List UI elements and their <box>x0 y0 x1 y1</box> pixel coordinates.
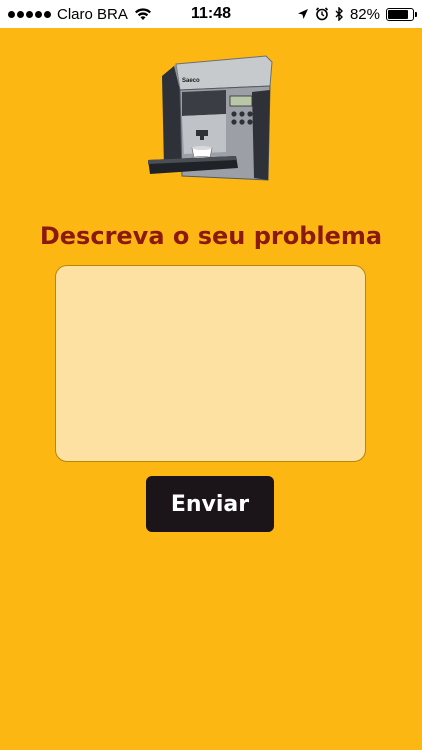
send-button[interactable]: Enviar <box>146 476 274 532</box>
status-bar: Claro BRA 11:48 82% <box>0 0 422 28</box>
location-icon <box>297 9 308 19</box>
brand-label: Saeco <box>182 78 200 84</box>
battery-icon <box>386 7 417 21</box>
bluetooth-icon <box>335 7 343 21</box>
status-right: 82% <box>297 0 417 28</box>
battery-fill <box>388 9 408 19</box>
battery-percent: 82% <box>349 5 380 23</box>
coffee-machine-image: Saeco <box>148 55 273 181</box>
problem-description-input[interactable] <box>55 265 366 462</box>
alarm-icon <box>315 7 329 21</box>
page-title: Descreva o seu problema <box>39 222 383 250</box>
